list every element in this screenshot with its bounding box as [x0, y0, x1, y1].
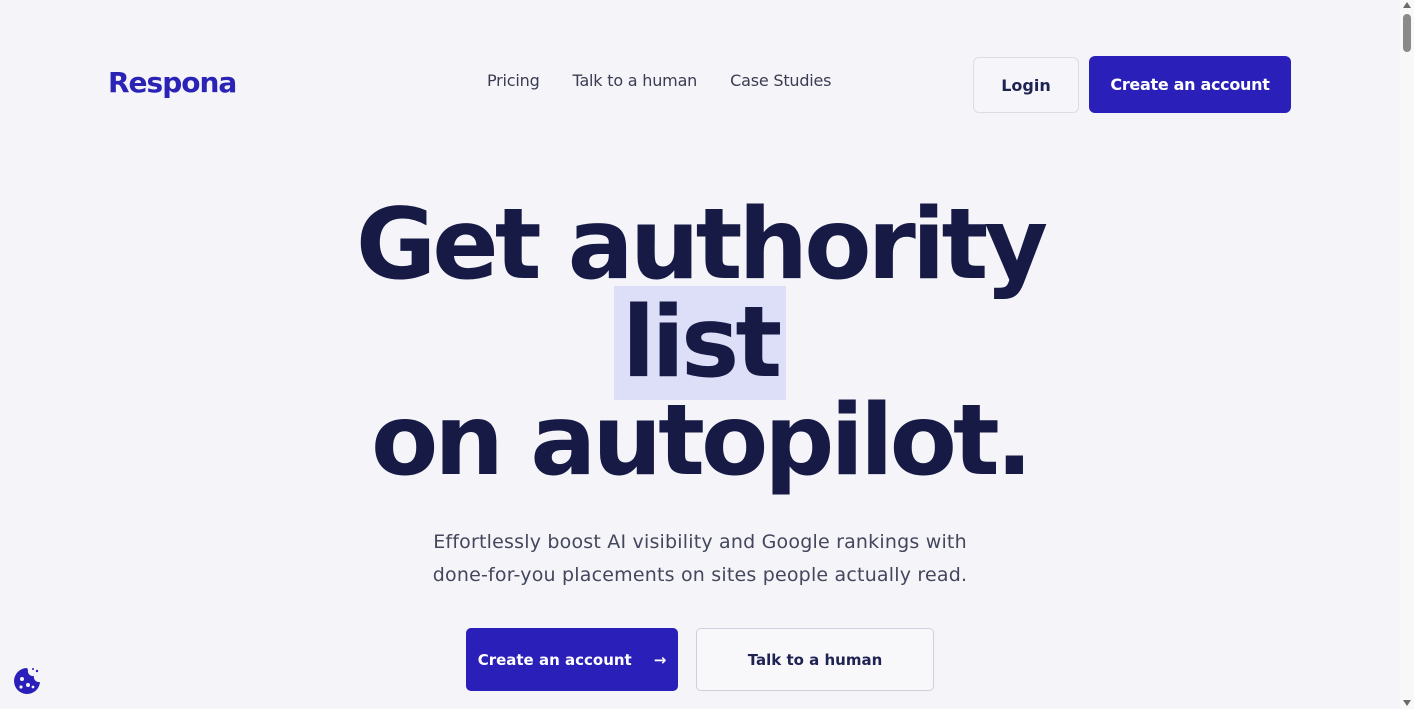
talk-to-human-button[interactable]: Talk to a human — [696, 628, 934, 691]
hero-subtitle-line-1: Effortlessly boost AI visibility and Goo… — [433, 531, 967, 553]
scroll-down-arrow-icon[interactable] — [1403, 700, 1411, 706]
nav-link-talk-to-human[interactable]: Talk to a human — [573, 71, 698, 90]
create-account-label: Create an account — [477, 650, 632, 669]
hero-heading-line-1: Get authority — [355, 188, 1048, 302]
create-account-button-header[interactable]: Create an account — [1089, 56, 1291, 113]
page: Respona Pricing Talk to a human Case Stu… — [0, 0, 1414, 709]
login-button[interactable]: Login — [973, 57, 1079, 113]
highlighted-word: list — [613, 286, 787, 400]
nav-link-case-studies[interactable]: Case Studies — [730, 71, 831, 90]
arrow-right-icon: → — [653, 650, 667, 669]
main-nav: Pricing Talk to a human Case Studies — [487, 71, 864, 90]
cookie-icon[interactable] — [12, 666, 42, 696]
nav-link-pricing[interactable]: Pricing — [487, 71, 540, 90]
vertical-scrollbar[interactable] — [1400, 0, 1414, 709]
hero-heading-line-2: list — [0, 286, 1400, 400]
hero-heading-line-3: on autopilot. — [370, 384, 1033, 498]
hero-subtitle-line-2: done-for-you placements on sites people … — [432, 564, 968, 586]
scroll-up-arrow-icon[interactable] — [1403, 2, 1411, 8]
hero-subtitle: Effortlessly boost AI visibility and Goo… — [0, 526, 1400, 592]
respona-logo[interactable]: Respona — [108, 66, 237, 99]
scrollbar-thumb[interactable] — [1403, 14, 1411, 52]
create-account-button-hero[interactable]: Create an account → — [466, 628, 678, 691]
hero-heading: Get authority list on autopilot. — [0, 196, 1400, 490]
